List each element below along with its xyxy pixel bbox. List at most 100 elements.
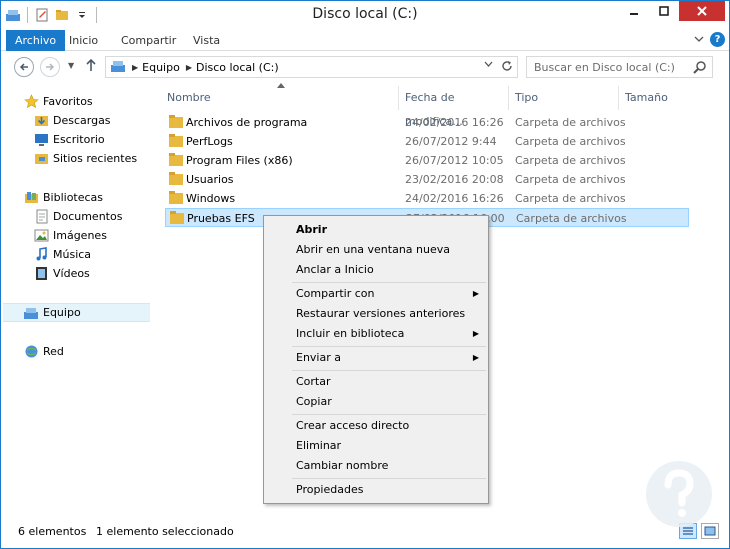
breadcrumb-disco-local[interactable]: Disco local (C:) — [196, 61, 279, 74]
menu-item-compartir-con[interactable]: Compartir con ▶ — [264, 284, 488, 304]
close-button[interactable] — [679, 1, 725, 21]
nav-favoritos[interactable]: Favoritos — [23, 92, 93, 111]
tab-compartir[interactable]: Compartir — [113, 30, 184, 51]
address-dropdown-icon[interactable] — [484, 60, 493, 75]
explorer-icon[interactable] — [5, 7, 21, 23]
menu-item-crear-acceso-directo[interactable]: Crear acceso directo — [264, 416, 488, 436]
recent-locations-icon[interactable]: ▼ — [68, 61, 74, 70]
navigation-bar: ▼ ▶ Equipo ▶ Disco local (C:) Buscar en … — [1, 52, 729, 82]
properties-icon[interactable] — [34, 7, 50, 23]
submenu-arrow-icon: ▶ — [472, 353, 479, 362]
file-name: Archivos de programa — [186, 116, 308, 129]
nav-equipo[interactable]: Equipo — [3, 303, 150, 322]
file-name: Usuarios — [186, 173, 234, 186]
file-row[interactable]: Archivos de programa 24/02/2016 16:26 Ca… — [165, 113, 689, 132]
star-icon — [23, 94, 39, 110]
tab-inicio[interactable]: Inicio — [61, 30, 106, 51]
file-row[interactable]: PerfLogs 26/07/2012 9:44 Carpeta de arch… — [165, 132, 689, 151]
toolbar-divider — [27, 7, 28, 23]
nav-imagenes[interactable]: Imágenes — [33, 226, 107, 245]
file-date: 24/02/2016 16:26 — [405, 192, 504, 205]
downloads-folder-icon — [33, 113, 49, 129]
status-bar: 6 elementos 1 elemento seleccionado — [1, 520, 729, 548]
toolbar-divider — [96, 7, 97, 23]
breadcrumb-equipo[interactable]: Equipo — [142, 61, 180, 74]
folder-icon — [169, 115, 183, 131]
menu-item-incluir-biblioteca[interactable]: Incluir en biblioteca ▶ — [264, 324, 488, 344]
breadcrumb-arrow-icon[interactable]: ▶ — [186, 63, 192, 72]
refresh-icon[interactable] — [501, 60, 513, 75]
column-header-date[interactable]: Fecha de modifica... — [399, 86, 509, 128]
nav-escritorio[interactable]: Escritorio — [33, 130, 105, 149]
menu-item-cambiar-nombre[interactable]: Cambiar nombre — [264, 456, 488, 476]
file-name: PerfLogs — [186, 135, 233, 148]
menu-item-eliminar[interactable]: Eliminar — [264, 436, 488, 456]
nav-descargas[interactable]: Descargas — [33, 111, 111, 130]
menu-separator — [292, 282, 486, 283]
maximize-button[interactable] — [649, 1, 679, 21]
file-type: Carpeta de archivos — [515, 135, 626, 148]
menu-label: Compartir con — [296, 287, 375, 300]
customize-dropdown-icon[interactable] — [74, 7, 90, 23]
nav-label: Documentos — [53, 210, 123, 223]
nav-label: Música — [53, 248, 92, 261]
nav-musica[interactable]: Música — [33, 245, 91, 264]
back-button[interactable] — [14, 57, 34, 77]
selection-count: 1 elemento seleccionado — [96, 525, 234, 538]
menu-item-abrir[interactable]: Abrir — [264, 220, 488, 240]
menu-item-restaurar-versiones[interactable]: Restaurar versiones anteriores — [264, 304, 488, 324]
new-folder-icon[interactable] — [54, 7, 70, 23]
quick-access-toolbar — [5, 6, 99, 24]
address-controls — [484, 60, 513, 75]
column-header-type[interactable]: Tipo — [509, 86, 619, 110]
file-row[interactable]: Usuarios 23/02/2016 20:08 Carpeta de arc… — [165, 170, 689, 189]
column-header-size[interactable]: Tamaño — [619, 86, 699, 110]
libraries-icon — [23, 190, 39, 206]
file-row[interactable]: Program Files (x86) 26/07/2012 10:05 Car… — [165, 151, 689, 170]
menu-label: Enviar a — [296, 351, 341, 364]
nav-documentos[interactable]: Documentos — [33, 207, 122, 226]
folder-icon — [170, 211, 184, 227]
up-arrow-icon[interactable] — [85, 58, 97, 76]
menu-item-copiar[interactable]: Copiar — [264, 392, 488, 412]
documents-icon — [33, 209, 49, 225]
search-icon[interactable] — [693, 60, 707, 77]
nav-videos[interactable]: Vídeos — [33, 264, 90, 283]
breadcrumb-arrow-icon[interactable]: ▶ — [132, 63, 138, 72]
question-mark-logo-icon — [646, 461, 712, 527]
file-type: Carpeta de archivos — [515, 173, 626, 186]
title-bar: Disco local (C:) — [1, 1, 729, 30]
menu-item-cortar[interactable]: Cortar — [264, 372, 488, 392]
nav-red[interactable]: Red — [23, 342, 64, 361]
pictures-icon — [33, 228, 49, 244]
tab-vista[interactable]: Vista — [185, 30, 228, 51]
menu-item-propiedades[interactable]: Propiedades — [264, 480, 488, 500]
expand-ribbon-icon[interactable] — [694, 33, 704, 46]
address-bar[interactable]: ▶ Equipo ▶ Disco local (C:) — [105, 56, 518, 78]
file-name: Windows — [186, 192, 236, 205]
nav-sitios-recientes[interactable]: Sitios recientes — [33, 149, 137, 168]
network-icon — [23, 344, 39, 360]
menu-item-anclar-inicio[interactable]: Anclar a Inicio — [264, 260, 488, 280]
menu-item-enviar-a[interactable]: Enviar a ▶ — [264, 348, 488, 368]
nav-label: Descargas — [53, 114, 111, 127]
forward-button[interactable] — [40, 57, 60, 77]
music-icon — [33, 247, 49, 263]
tab-archivo[interactable]: Archivo — [6, 30, 66, 51]
menu-separator — [292, 414, 486, 415]
nav-label: Bibliotecas — [43, 191, 104, 204]
menu-item-abrir-nueva-ventana[interactable]: Abrir en una ventana nueva — [264, 240, 488, 260]
menu-separator — [292, 478, 486, 479]
file-name: Program Files (x86) — [186, 154, 293, 167]
column-header-name[interactable]: Nombre — [161, 86, 399, 110]
file-type: Carpeta de archivos — [515, 154, 626, 167]
file-row[interactable]: Windows 24/02/2016 16:26 Carpeta de arch… — [165, 189, 689, 208]
nav-bibliotecas[interactable]: Bibliotecas — [23, 188, 103, 207]
submenu-arrow-icon: ▶ — [472, 329, 479, 338]
nav-label: Escritorio — [53, 133, 105, 146]
help-icon[interactable]: ? — [710, 32, 725, 47]
context-menu: Abrir Abrir en una ventana nueva Anclar … — [263, 215, 489, 504]
submenu-arrow-icon: ▶ — [472, 289, 479, 298]
minimize-button[interactable] — [619, 1, 649, 21]
search-input[interactable]: Buscar en Disco local (C:) — [526, 56, 713, 78]
